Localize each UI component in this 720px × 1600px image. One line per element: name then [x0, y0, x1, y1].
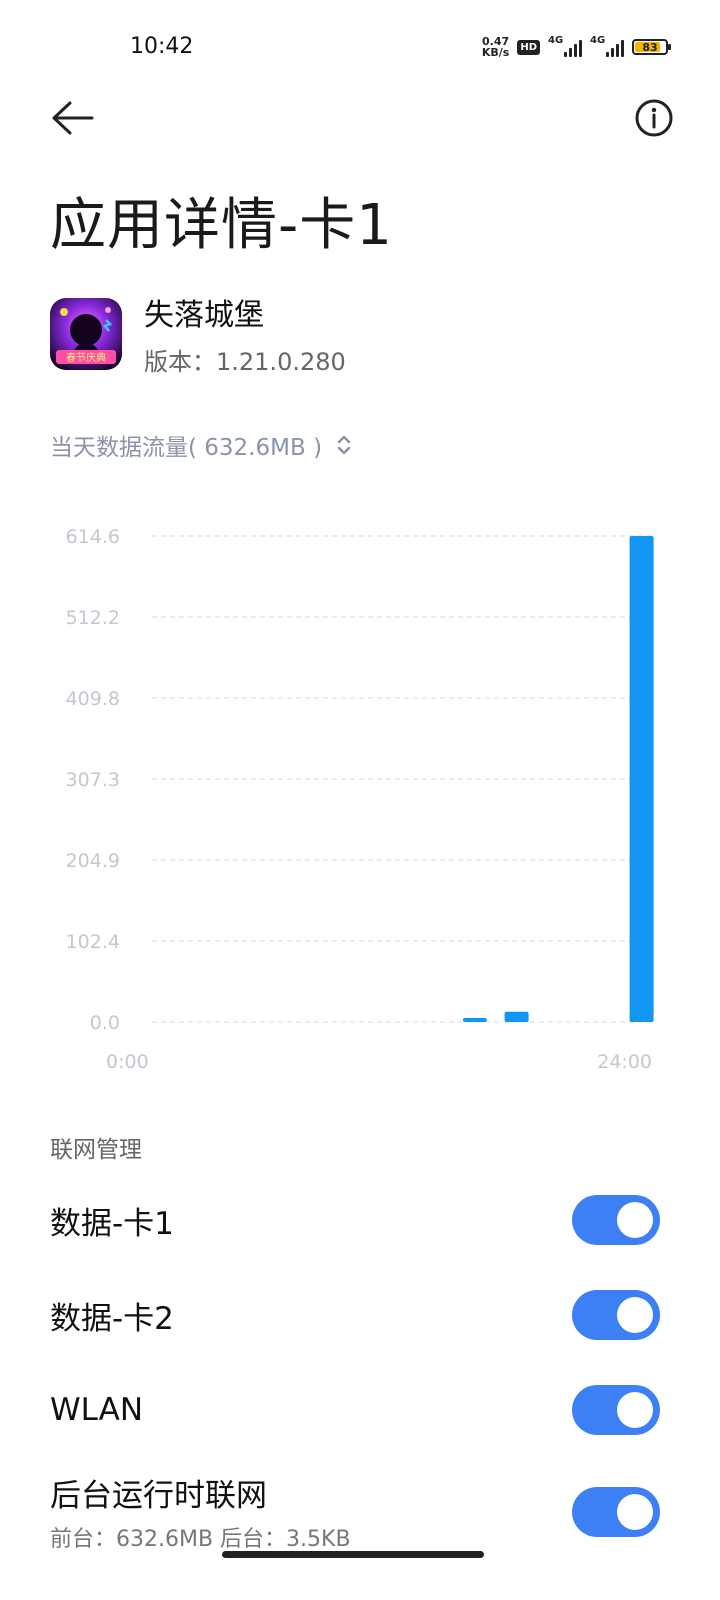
info-button[interactable] [628, 92, 680, 144]
home-indicator[interactable] [222, 1551, 484, 1558]
signal-sim1-icon: 4G [548, 35, 582, 57]
toggle-knob [617, 1202, 653, 1238]
info-circle-icon [635, 99, 673, 137]
page-title: 应用详情-卡1 [50, 193, 393, 258]
data-usage-label: 当天数据流量( 632.6MB ) [50, 435, 323, 461]
y-tick-label: 204.9 [66, 850, 120, 872]
back-button[interactable] [44, 92, 100, 144]
usage-bar [629, 536, 654, 1022]
setting-label: WLAN [50, 1392, 144, 1428]
setting-row-sim1-data: 数据-卡1 [50, 1195, 660, 1245]
chevron-up-down-icon [337, 435, 351, 455]
y-tick-label: 512.2 [66, 607, 120, 629]
app-name: 失落城堡 [144, 298, 264, 333]
battery-icon: 83 [632, 39, 671, 55]
x-tick-label: 24:00 [597, 1051, 652, 1073]
app-info: 春节庆典 失落城堡 版本：1.21.0.280 [50, 290, 346, 377]
status-icons: 0.47 KB/s HD 4G 4G 83 [481, 35, 671, 59]
status-bar: 10:42 0.47 KB/s HD 4G 4G 83 [0, 0, 720, 96]
toggle-knob [617, 1297, 653, 1333]
foreground-background-usage: 前台：632.6MB 后台：3.5KB [50, 1527, 351, 1552]
x-tick-label: 0:00 [106, 1051, 149, 1073]
app-icon: 春节庆典 [50, 297, 122, 370]
toggle-sim2-data[interactable] [572, 1290, 660, 1340]
hd-voice-icon: HD [517, 39, 540, 55]
setting-label: 数据-卡1 [50, 1205, 174, 1242]
usage-bar [504, 1011, 529, 1022]
usage-bar [462, 1018, 487, 1022]
y-tick-label: 0.0 [90, 1012, 120, 1034]
setting-label: 后台运行时联网 [50, 1478, 267, 1514]
setting-row-wlan: WLAN [50, 1385, 660, 1435]
arrow-left-icon [52, 101, 94, 135]
toggle-knob [617, 1493, 653, 1530]
toggle-background-network[interactable] [572, 1486, 660, 1537]
setting-row-sim2-data: 数据-卡2 [50, 1290, 660, 1340]
network-speed: 0.47 KB/s [481, 35, 510, 59]
y-tick-label: 409.8 [66, 688, 120, 710]
battery-level: 83 [642, 40, 658, 54]
app-version: 版本：1.21.0.280 [144, 348, 346, 376]
y-tick-label: 307.3 [66, 769, 120, 791]
svg-text:春节庆典: 春节庆典 [66, 351, 106, 364]
signal-sim2-icon: 4G [590, 35, 624, 57]
y-tick-label: 614.6 [66, 526, 120, 548]
toggle-sim1-data[interactable] [572, 1195, 660, 1245]
y-tick-label: 102.4 [66, 931, 120, 953]
setting-row-background-network: 后台运行时联网 前台：632.6MB 后台：3.5KB [50, 1470, 660, 1553]
data-usage-chart: 614.6 512.2 409.8 307.3 204.9 102.4 0.0 0:00 24:… [66, 526, 654, 1073]
toggle-knob [617, 1392, 653, 1428]
data-usage-selector[interactable]: 当天数据流量( 632.6MB ) [50, 428, 352, 462]
toggle-wlan[interactable] [572, 1385, 660, 1435]
setting-label: 数据-卡2 [50, 1300, 174, 1337]
network-section-header: 联网管理 [50, 1137, 142, 1163]
status-time: 10:42 [130, 34, 194, 59]
